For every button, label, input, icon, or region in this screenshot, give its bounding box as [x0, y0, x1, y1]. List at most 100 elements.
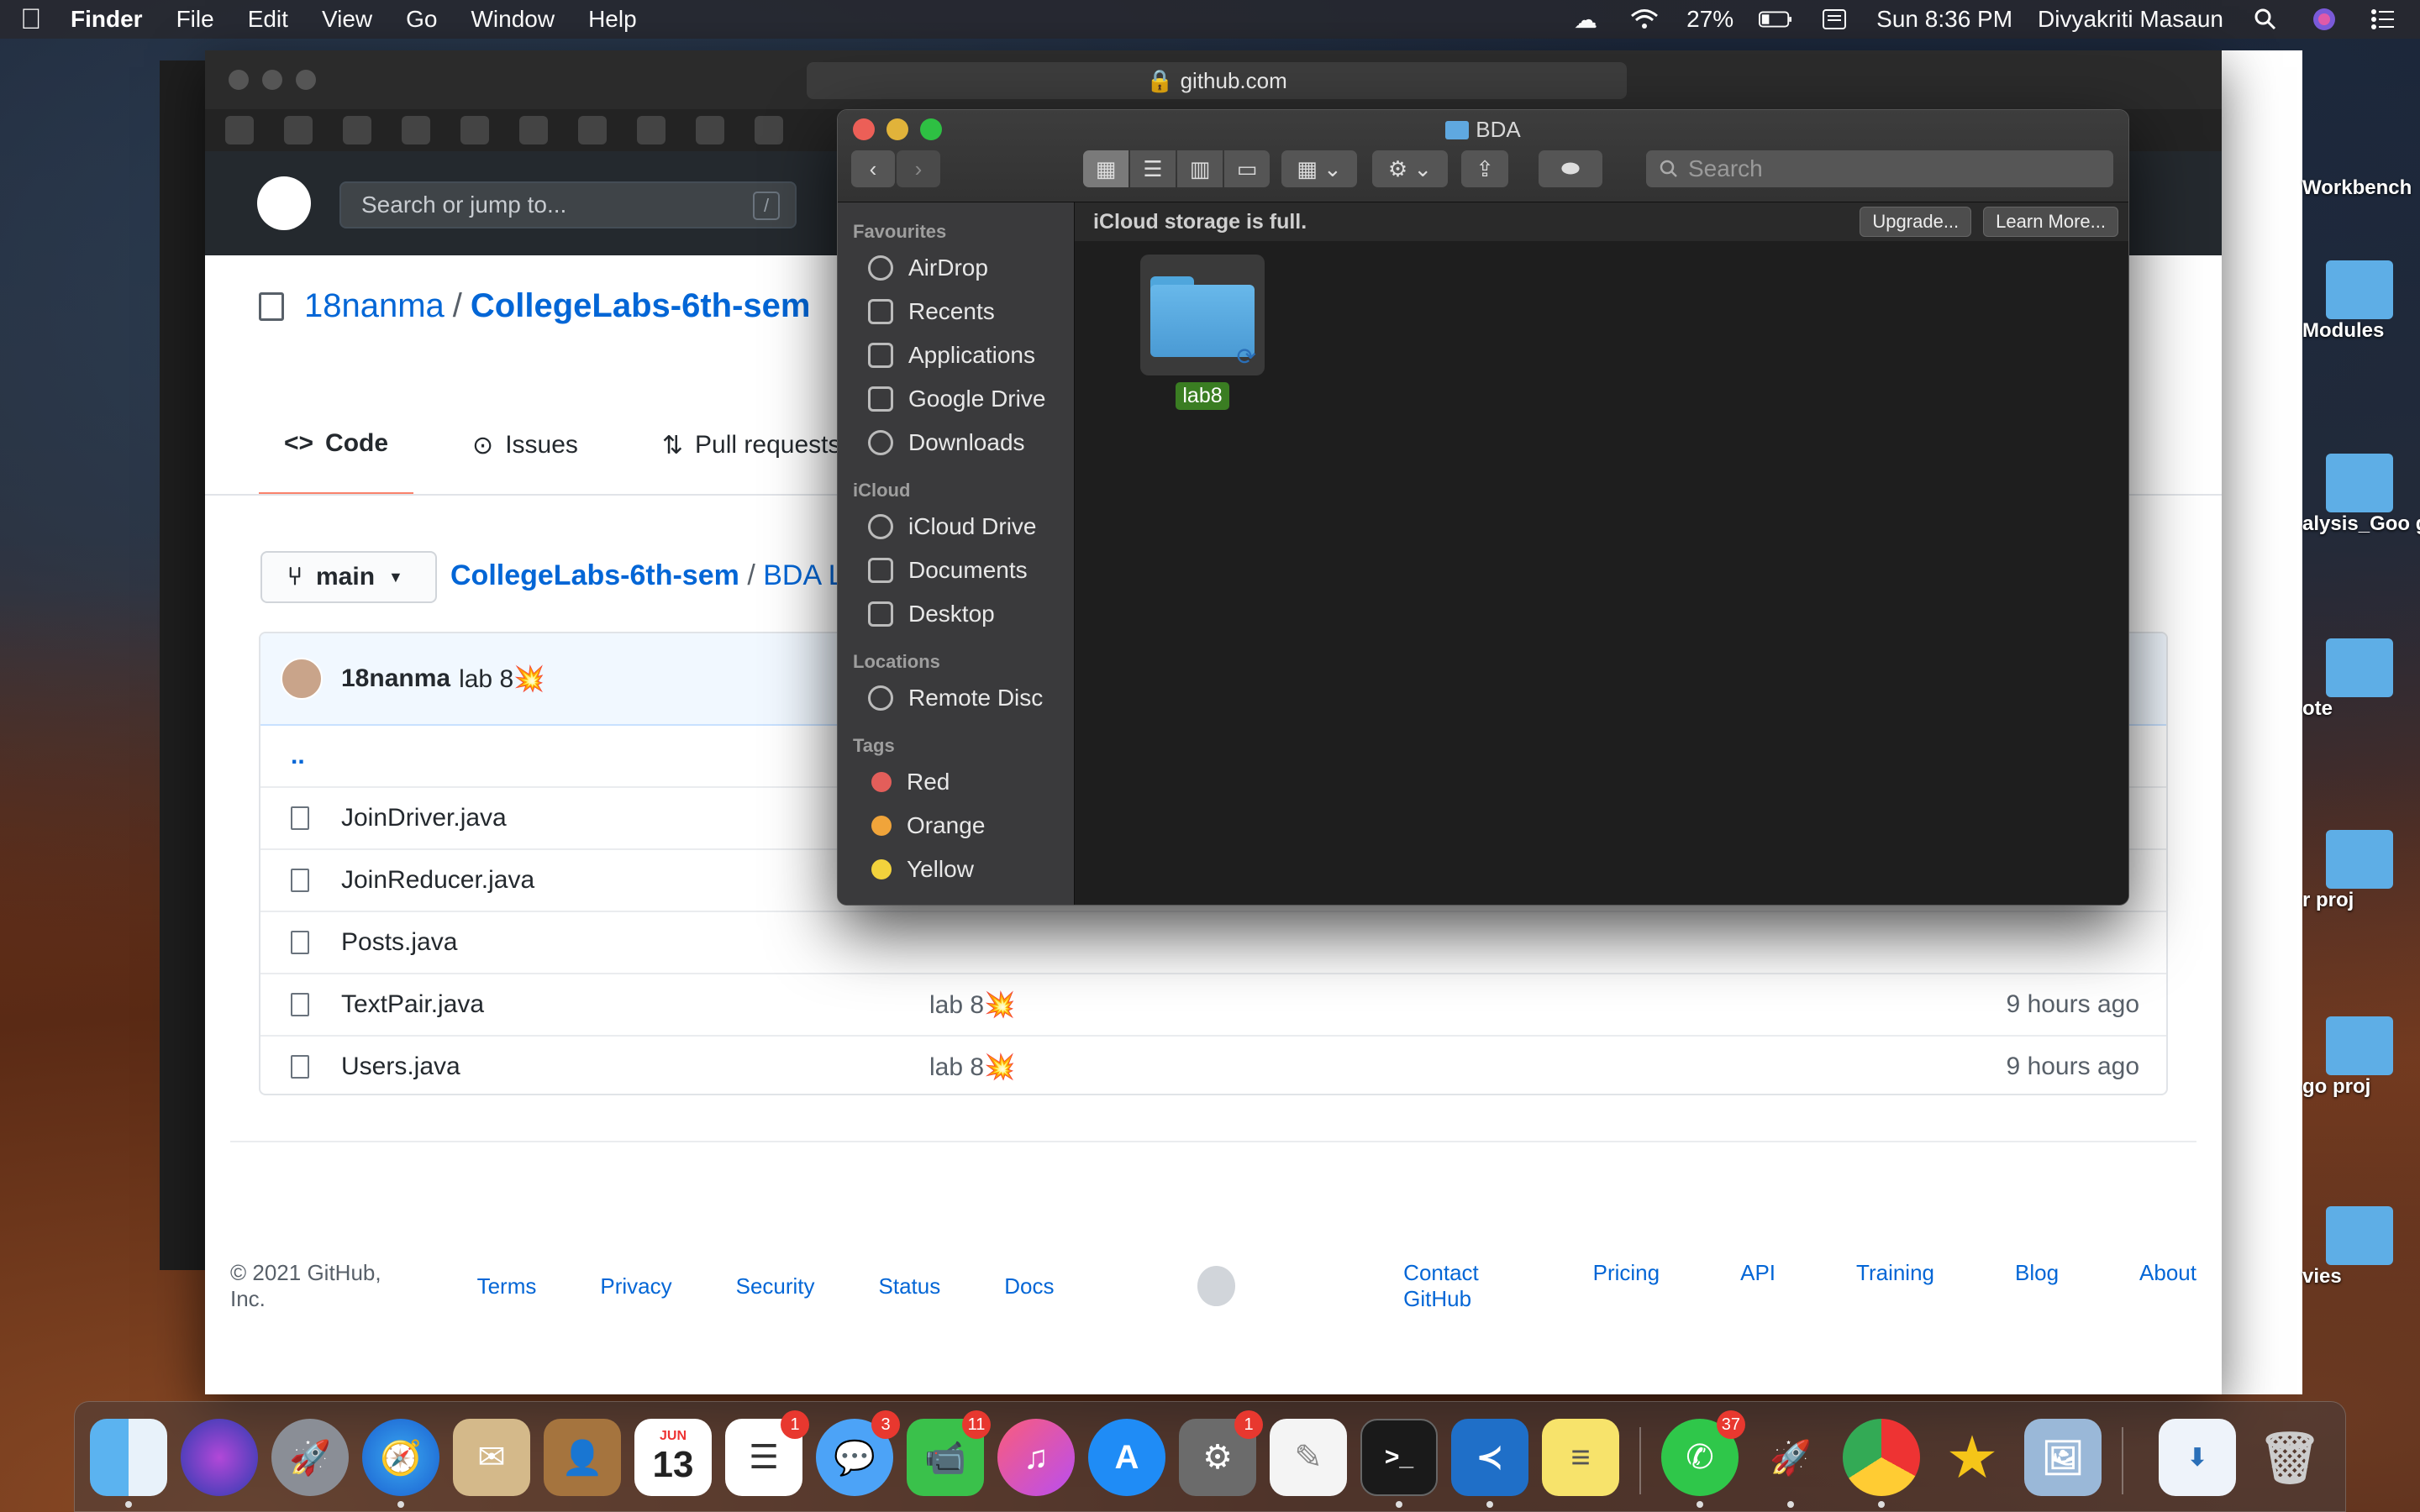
- folder-item-lab8[interactable]: ⟳ lab8: [1140, 255, 1265, 410]
- wifi-icon[interactable]: [1628, 7, 1661, 32]
- footer-link-privacy[interactable]: Privacy: [600, 1273, 671, 1299]
- favorite-icon[interactable]: [402, 116, 430, 144]
- footer-link-contact[interactable]: Contact GitHub: [1403, 1260, 1512, 1312]
- clock[interactable]: Sun 8:36 PM: [1876, 6, 2012, 33]
- menu-app-name[interactable]: Finder: [71, 6, 143, 33]
- sidebar-item-recents[interactable]: Recents: [838, 290, 1074, 333]
- github-search-input[interactable]: Search or jump to... /: [339, 181, 797, 228]
- footer-link-security[interactable]: Security: [736, 1273, 815, 1299]
- action-gear-icon[interactable]: ⚙ ⌄: [1372, 150, 1448, 187]
- chrome-icon[interactable]: [1843, 1419, 1920, 1496]
- file-row[interactable]: Users.java lab 8💥 9 hours ago: [260, 1035, 2166, 1094]
- desktop-item[interactable]: vies: [2302, 1206, 2420, 1289]
- siri-icon[interactable]: [2307, 7, 2341, 32]
- folder-name[interactable]: lab8: [1176, 382, 1229, 410]
- app-store-icon[interactable]: A: [1088, 1419, 1165, 1496]
- file-name[interactable]: TextPair.java: [341, 990, 484, 1019]
- footer-link-status[interactable]: Status: [879, 1273, 941, 1299]
- notification-center-icon[interactable]: [2366, 7, 2400, 32]
- menu-edit[interactable]: Edit: [248, 6, 288, 33]
- commit-message[interactable]: lab 8💥: [459, 664, 544, 694]
- icloud-icon[interactable]: ☁: [1569, 7, 1602, 33]
- sidebar-item-airdrop[interactable]: AirDrop: [838, 246, 1074, 290]
- footer-link-terms[interactable]: Terms: [477, 1273, 537, 1299]
- repo-owner-link[interactable]: 18nanma: [304, 287, 445, 325]
- footer-link-api[interactable]: API: [1740, 1260, 1776, 1312]
- favorite-icon[interactable]: [343, 116, 371, 144]
- spotlight-icon[interactable]: [2249, 7, 2282, 32]
- back-button[interactable]: ‹: [851, 150, 895, 187]
- desktop-item[interactable]: alysis_Goo gle: [2302, 454, 2420, 536]
- apple-icon[interactable]: : [20, 3, 71, 36]
- favorite-icon[interactable]: [284, 116, 313, 144]
- breadcrumb-repo[interactable]: CollegeLabs-6th-sem: [450, 559, 739, 591]
- siri-icon[interactable]: [181, 1419, 258, 1496]
- footer-link-docs[interactable]: Docs: [1004, 1273, 1054, 1299]
- sidebar-item-tag-yellow[interactable]: Yellow: [838, 848, 1074, 891]
- sidebar-item-desktop[interactable]: Desktop: [838, 592, 1074, 636]
- column-view-button[interactable]: ▥: [1177, 150, 1223, 187]
- file-commit-message[interactable]: lab 8💥: [929, 1053, 1015, 1082]
- branch-selector[interactable]: ⑂ main ▼: [260, 551, 437, 603]
- file-name[interactable]: JoinReducer.java: [341, 866, 534, 895]
- footer-link-training[interactable]: Training: [1856, 1260, 1934, 1312]
- sidebar-item-remote-disc[interactable]: Remote Disc: [838, 676, 1074, 720]
- commit-author[interactable]: 18nanma: [341, 664, 450, 693]
- sidebar-item-downloads[interactable]: Downloads: [838, 421, 1074, 465]
- preview-icon[interactable]: 🖼: [2024, 1419, 2102, 1496]
- file-commit-message[interactable]: lab 8💥: [929, 990, 1015, 1020]
- file-name[interactable]: JoinDriver.java: [341, 804, 507, 832]
- favorite-icon[interactable]: [519, 116, 548, 144]
- finder-icon[interactable]: [90, 1419, 167, 1496]
- menu-view[interactable]: View: [322, 6, 372, 33]
- url-bar[interactable]: 🔒 github.com: [807, 62, 1627, 99]
- contacts-icon[interactable]: 👤: [544, 1419, 621, 1496]
- github-logo-icon[interactable]: [257, 176, 311, 230]
- file-row[interactable]: TextPair.java lab 8💥 9 hours ago: [260, 973, 2166, 1035]
- keyboard-icon[interactable]: [1818, 7, 1851, 32]
- battery-icon[interactable]: [1759, 7, 1792, 32]
- tab-code[interactable]: <> Code: [259, 395, 414, 496]
- sidebar-item-documents[interactable]: Documents: [838, 549, 1074, 592]
- sidebar-item-applications[interactable]: Applications: [838, 333, 1074, 377]
- learn-more-button[interactable]: Learn More...: [1983, 207, 2118, 237]
- favorite-icon[interactable]: [460, 116, 489, 144]
- gallery-view-button[interactable]: ▭: [1224, 150, 1270, 187]
- desktop-item[interactable]: Modules: [2302, 260, 2420, 343]
- desktop-item[interactable]: ote: [2302, 638, 2420, 721]
- file-name[interactable]: Users.java: [341, 1053, 460, 1081]
- tab-pull-requests[interactable]: ⇅ Pull requests: [637, 395, 866, 496]
- vscode-icon[interactable]: ≺: [1451, 1419, 1528, 1496]
- system-preferences-icon[interactable]: ⚙ 1: [1179, 1410, 1263, 1496]
- mail-icon[interactable]: ✉: [453, 1419, 530, 1496]
- share-icon[interactable]: ⇪: [1461, 150, 1508, 187]
- rocket-app-icon[interactable]: 🚀: [1752, 1419, 1829, 1496]
- sidebar-item-google-drive[interactable]: Google Drive: [838, 377, 1074, 421]
- user-name[interactable]: Divyakriti Masaun: [2038, 6, 2223, 33]
- whatsapp-icon[interactable]: ✆ 37: [1661, 1410, 1745, 1496]
- tag-icon[interactable]: ⬬: [1539, 150, 1602, 187]
- menu-file[interactable]: File: [176, 6, 214, 33]
- sidebar-item-tag-red[interactable]: Red: [838, 760, 1074, 804]
- launchpad-icon[interactable]: 🚀: [271, 1419, 349, 1496]
- textedit-icon[interactable]: ✎: [1270, 1419, 1347, 1496]
- favorite-icon[interactable]: [755, 116, 783, 144]
- favorite-icon[interactable]: [696, 116, 724, 144]
- browser-minimize-button[interactable]: [262, 70, 282, 90]
- trash-icon[interactable]: 🗑: [2251, 1419, 2328, 1496]
- list-view-button[interactable]: ☰: [1130, 150, 1176, 187]
- reminders-icon[interactable]: ☰ 1: [725, 1410, 809, 1496]
- avatar[interactable]: [281, 658, 323, 700]
- facetime-icon[interactable]: 📹 11: [907, 1410, 991, 1496]
- browser-zoom-button[interactable]: [296, 70, 316, 90]
- downloads-stack-icon[interactable]: ⬇: [2159, 1419, 2236, 1496]
- menu-window[interactable]: Window: [471, 6, 555, 33]
- repo-name-link[interactable]: CollegeLabs-6th-sem: [471, 287, 811, 325]
- calendar-icon[interactable]: JUN 13: [634, 1419, 712, 1496]
- group-button[interactable]: ▦ ⌄: [1281, 150, 1357, 187]
- music-icon[interactable]: ♫: [997, 1419, 1075, 1496]
- github-mark-icon[interactable]: [1197, 1266, 1236, 1306]
- menu-help[interactable]: Help: [588, 6, 637, 33]
- notes-icon[interactable]: ≡: [1542, 1419, 1619, 1496]
- star-app-icon[interactable]: ★: [1933, 1419, 2011, 1496]
